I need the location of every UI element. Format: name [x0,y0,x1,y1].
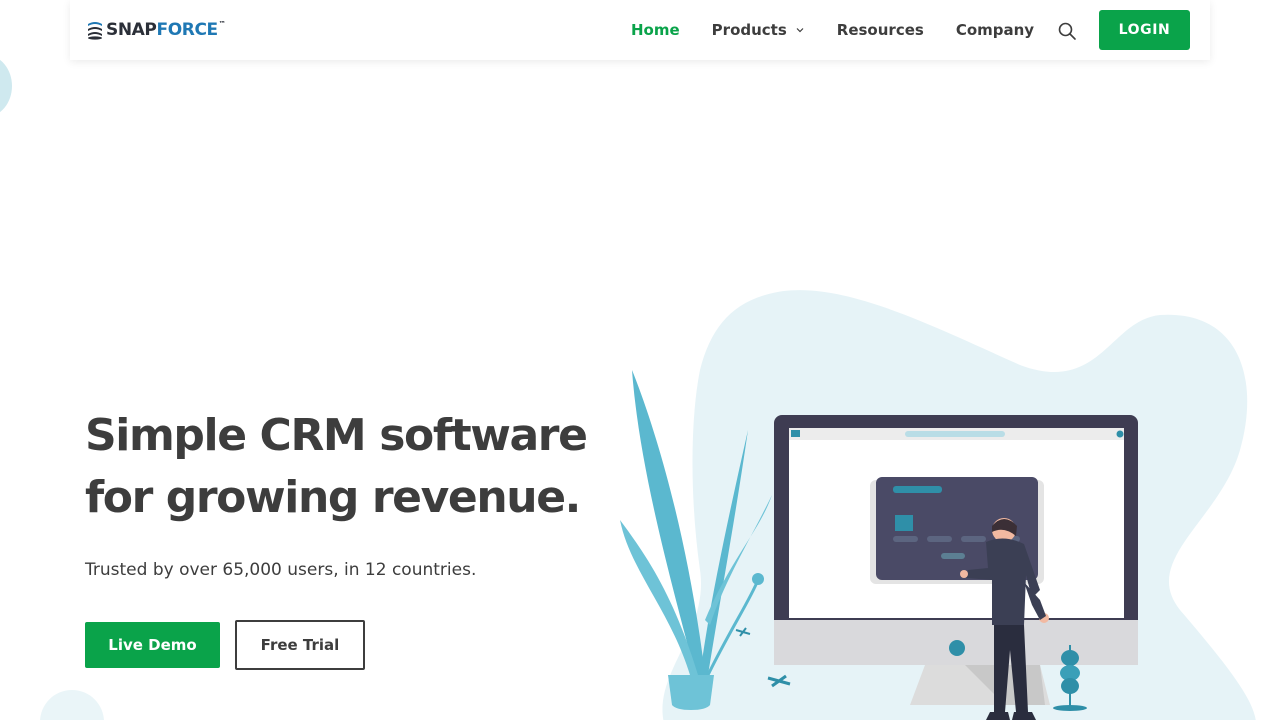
site-header: SNAPFORCE™ Home Products Resources Compa… [70,0,1210,60]
hero-subtitle: Trusted by over 65,000 users, in 12 coun… [85,560,477,580]
nav-item-products[interactable]: Products [712,21,805,39]
decorative-circle [0,55,12,117]
monitor-illustration [774,415,1138,705]
logo-wordmark: SNAPFORCE™ [106,20,226,40]
main-nav: Home Products Resources Company [631,0,1066,60]
free-trial-button[interactable]: Free Trial [235,620,365,670]
nav-item-home[interactable]: Home [631,21,680,39]
search-icon[interactable] [1057,21,1077,41]
login-button[interactable]: LOGIN [1099,10,1190,50]
snapforce-logo[interactable]: SNAPFORCE™ [86,17,226,43]
hero-headline: Simple CRM software for growing revenue. [85,410,588,523]
logo-stack-icon [88,22,102,40]
hero-illustration [620,290,1256,720]
live-demo-button[interactable]: Live Demo [85,622,220,668]
nav-item-resources[interactable]: Resources [837,21,924,39]
chevron-down-icon [796,28,804,33]
nav-item-label: Products [711,21,787,39]
decorative-circle [40,690,104,720]
nav-item-company[interactable]: Company [956,21,1034,39]
